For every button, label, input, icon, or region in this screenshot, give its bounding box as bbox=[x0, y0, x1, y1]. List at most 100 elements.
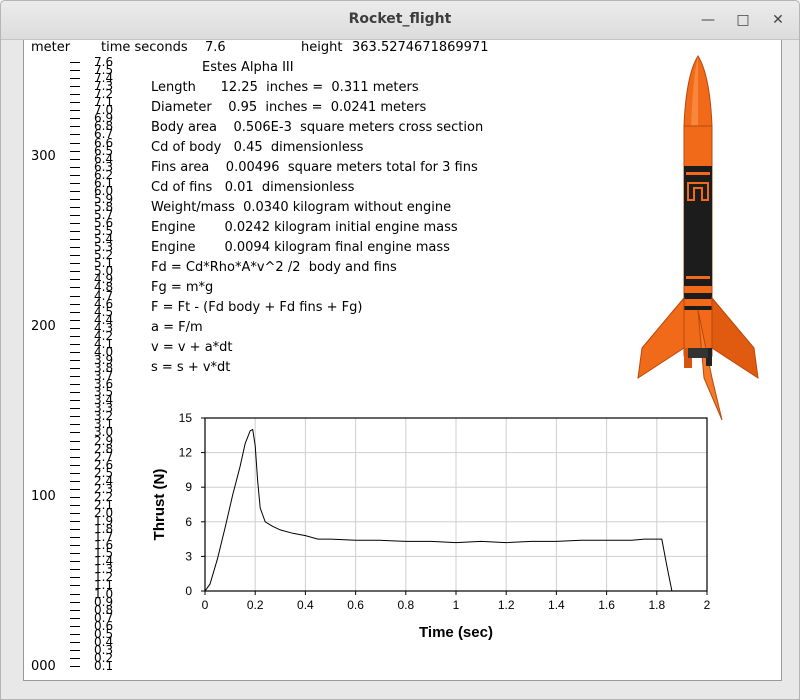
velocity-tick bbox=[70, 190, 80, 192]
velocity-tick bbox=[70, 271, 80, 273]
velocity-tick bbox=[70, 545, 80, 547]
velocity-tick bbox=[70, 577, 80, 579]
info-line: Weight/mass 0.0340 kilogram without engi… bbox=[151, 200, 452, 215]
velocity-tick bbox=[70, 70, 80, 72]
time-value: 7.6 bbox=[205, 40, 226, 55]
velocity-tick bbox=[70, 625, 80, 627]
x-axis-label: Time (sec) bbox=[419, 624, 493, 641]
velocity-tick bbox=[70, 295, 80, 297]
info-line: Fd = Cd*Rho*A*v^2 /2 body and fins bbox=[151, 260, 397, 275]
info-line: Engine 0.0242 kilogram initial engine ma… bbox=[151, 220, 458, 235]
velocity-tick bbox=[70, 311, 80, 313]
velocity-tick bbox=[70, 215, 80, 216]
altitude-label-000: 000 bbox=[31, 659, 56, 674]
velocity-tick bbox=[70, 617, 80, 619]
velocity-tick bbox=[70, 432, 80, 434]
velocity-tick bbox=[70, 351, 80, 353]
info-line: Length 12.25 inches = 0.311 meters bbox=[151, 80, 419, 95]
velocity-tick bbox=[70, 206, 80, 208]
velocity-tick bbox=[70, 569, 80, 571]
info-line: Engine 0.0094 kilogram final engine mass bbox=[151, 240, 450, 255]
velocity-tick bbox=[70, 424, 80, 426]
info-line: Body area 0.506E-3 square meters cross s… bbox=[151, 120, 484, 135]
velocity-tick bbox=[70, 440, 80, 442]
thrust-chart: 0 0.2 0.4 0.6 0.8 1 1.2 1.4 1.6 1.8 2 0 3 6 9 12 15 Time … bbox=[132, 406, 732, 670]
velocity-scale-label: 7.6 bbox=[94, 55, 114, 69]
velocity-tick bbox=[70, 609, 80, 611]
velocity-tick bbox=[70, 561, 80, 563]
rocket-icon bbox=[637, 55, 759, 420]
x-tick-label: 0.8 bbox=[397, 598, 414, 612]
close-button[interactable]: ✕ bbox=[769, 11, 787, 29]
velocity-tick bbox=[70, 359, 80, 361]
x-tick-label: 0.6 bbox=[347, 598, 364, 612]
velocity-tick bbox=[70, 142, 80, 144]
velocity-tick bbox=[70, 641, 80, 643]
x-tick-label: 1.6 bbox=[598, 598, 615, 612]
time-label: time seconds bbox=[101, 40, 188, 55]
x-tick-label: 0.2 bbox=[247, 598, 264, 612]
velocity-tick bbox=[70, 649, 80, 651]
height-value: 363.5274671869971 bbox=[352, 40, 489, 55]
velocity-tick bbox=[70, 110, 80, 112]
velocity-tick bbox=[70, 472, 80, 474]
velocity-tick bbox=[70, 303, 80, 305]
simulation-canvas: meter time seconds 7.6 height 363.527467… bbox=[23, 40, 782, 681]
x-tick-label: 1.2 bbox=[498, 598, 515, 612]
velocity-tick bbox=[70, 198, 80, 200]
x-tick-label: 0.4 bbox=[297, 598, 314, 612]
x-tick-label: 0 bbox=[202, 598, 209, 612]
velocity-tick bbox=[70, 102, 80, 104]
velocity-tick bbox=[70, 464, 80, 466]
velocity-tick bbox=[70, 166, 80, 168]
y-tick-label: 0 bbox=[185, 584, 192, 598]
velocity-tick bbox=[70, 480, 80, 482]
velocity-tick bbox=[70, 529, 80, 531]
y-axis-label: Thrust (N) bbox=[151, 469, 168, 541]
height-label: height bbox=[301, 40, 343, 55]
velocity-tick bbox=[70, 512, 80, 514]
velocity-tick bbox=[70, 593, 80, 595]
altitude-label-100: 100 bbox=[31, 489, 56, 504]
velocity-tick bbox=[70, 126, 80, 128]
y-tick-label: 15 bbox=[179, 411, 193, 425]
y-tick-label: 12 bbox=[179, 446, 193, 460]
velocity-tick bbox=[70, 327, 80, 329]
velocity-tick bbox=[70, 633, 80, 635]
velocity-tick bbox=[70, 158, 80, 160]
velocity-tick bbox=[70, 255, 80, 257]
app-window: Rocket_flight — □ ✕ meter time seconds 7… bbox=[0, 0, 800, 700]
velocity-tick bbox=[70, 134, 80, 136]
velocity-tick bbox=[70, 368, 80, 370]
velocity-tick bbox=[70, 94, 80, 96]
velocity-tick bbox=[70, 62, 80, 63]
velocity-tick bbox=[70, 488, 80, 490]
window-title: Rocket_flight bbox=[348, 11, 452, 27]
maximize-button[interactable]: □ bbox=[734, 11, 752, 29]
info-line: Fg = m*g bbox=[151, 280, 214, 295]
velocity-tick bbox=[70, 335, 80, 337]
velocity-tick bbox=[70, 456, 80, 458]
velocity-tick bbox=[70, 231, 80, 233]
velocity-tick bbox=[70, 118, 80, 120]
info-line: a = F/m bbox=[151, 320, 203, 335]
title-bar[interactable]: Rocket_flight — □ ✕ bbox=[1, 1, 799, 40]
velocity-tick bbox=[70, 384, 80, 386]
info-line: Cd of fins 0.01 dimensionless bbox=[151, 180, 355, 195]
minimize-button[interactable]: — bbox=[699, 11, 717, 29]
velocity-tick bbox=[70, 287, 80, 289]
x-tick-label: 1.4 bbox=[548, 598, 565, 612]
info-line: Diameter 0.95 inches = 0.0241 meters bbox=[151, 100, 427, 115]
velocity-tick bbox=[70, 408, 80, 410]
velocity-tick bbox=[70, 247, 80, 249]
thrust-chart-svg: 0 0.2 0.4 0.6 0.8 1 1.2 1.4 1.6 1.8 2 0 3 6 9 12 15 Time … bbox=[151, 411, 711, 641]
velocity-tick bbox=[70, 263, 80, 265]
x-tick-label: 1.8 bbox=[648, 598, 665, 612]
velocity-tick bbox=[70, 223, 80, 225]
velocity-tick bbox=[70, 279, 80, 281]
velocity-tick bbox=[70, 448, 80, 450]
velocity-tick bbox=[70, 174, 80, 176]
y-tick-label: 3 bbox=[185, 549, 192, 563]
velocity-tick bbox=[70, 504, 80, 506]
velocity-tick bbox=[70, 150, 80, 152]
